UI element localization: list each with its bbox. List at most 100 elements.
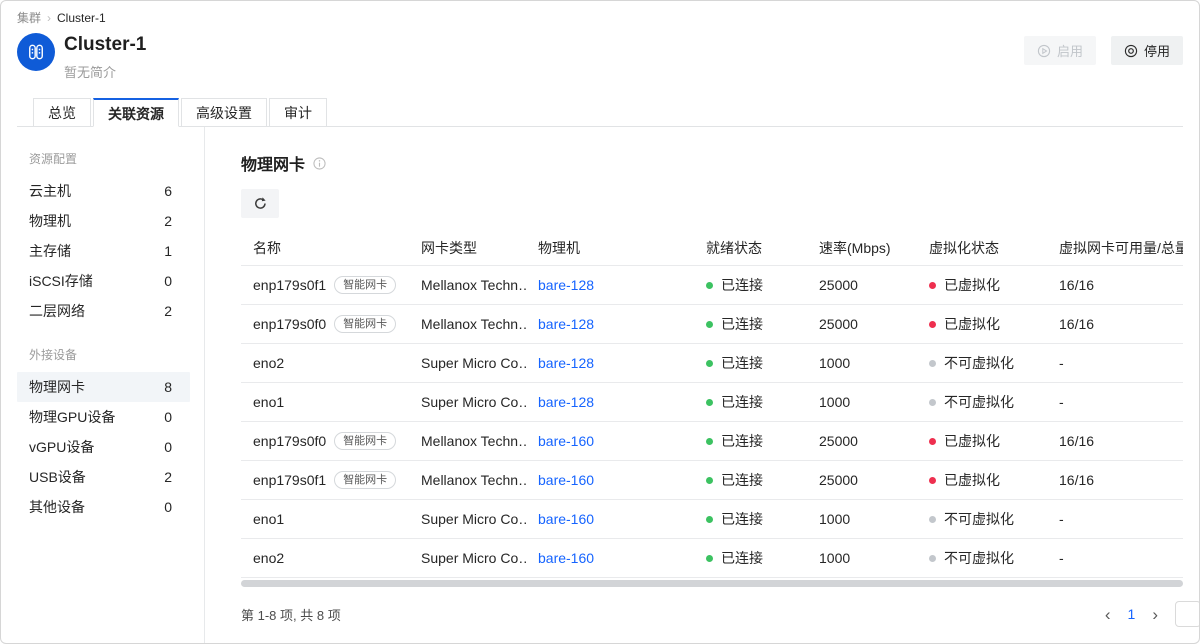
- nic-name: enp179s0f1: [253, 472, 326, 488]
- table-row[interactable]: eno2Super Micro Co…bare-128已连接1000不可虚拟化-: [241, 343, 1183, 382]
- refresh-button[interactable]: [241, 189, 279, 218]
- section-title: 物理网卡: [241, 151, 305, 175]
- host-cell: bare-128: [526, 316, 694, 332]
- sidebar-item-primary-storage[interactable]: 主存储1: [17, 236, 190, 266]
- tab-advanced-settings[interactable]: 高级设置: [181, 98, 267, 127]
- ready-status-label: 已连接: [721, 548, 763, 568]
- sidebar-item-count: 0: [164, 273, 172, 289]
- nic-table: 名称网卡类型物理机就绪状态速率(Mbps)虚拟化状态虚拟网卡可用量/总量 enp…: [241, 231, 1183, 587]
- speed-cell: 25000: [807, 277, 917, 293]
- speed-cell: 25000: [807, 316, 917, 332]
- sidebar-item-host[interactable]: 物理机2: [17, 206, 190, 236]
- virtualization-status-label: 已虚拟化: [944, 275, 1000, 295]
- host-link[interactable]: bare-128: [538, 316, 594, 332]
- virtualization-status-cell: 已虚拟化: [917, 470, 1047, 490]
- table-row[interactable]: eno2Super Micro Co…bare-160已连接1000不可虚拟化-: [241, 538, 1183, 577]
- speed-cell: 25000: [807, 433, 917, 449]
- sidebar-item-l2-network[interactable]: 二层网络 2: [17, 296, 190, 326]
- ready-status-cell: 已连接: [694, 314, 807, 334]
- sidebar-item-vm-instance[interactable]: 云主机6: [17, 176, 190, 206]
- nic-name: eno1: [253, 394, 284, 410]
- smart-nic-badge: 智能网卡: [334, 276, 396, 294]
- ready-status-label: 已连接: [721, 509, 763, 529]
- disable-button[interactable]: 停用: [1111, 36, 1183, 65]
- breadcrumb-current: Cluster-1: [57, 11, 106, 25]
- tab-overview[interactable]: 总览: [33, 98, 91, 127]
- sidebar-item-iscsi-storage[interactable]: iSCSI存储0: [17, 266, 190, 296]
- table-body: enp179s0f1智能网卡Mellanox Techn…bare-128已连接…: [241, 265, 1183, 577]
- refresh-icon: [253, 196, 268, 211]
- breadcrumb: 集群 › Cluster-1: [17, 9, 1183, 26]
- current-page[interactable]: 1: [1128, 606, 1136, 622]
- sidebar-item-usb-device[interactable]: USB设备2: [17, 462, 190, 492]
- nic-name-cell: eno2: [241, 550, 409, 566]
- host-link[interactable]: bare-160: [538, 472, 594, 488]
- virtualization-status-cell: 不可虚拟化: [917, 353, 1047, 373]
- nic-name: enp179s0f0: [253, 433, 326, 449]
- status-dot-connected: [706, 555, 713, 562]
- sidebar-item-label: 二层网络: [29, 301, 85, 321]
- capacity-cell: -: [1047, 394, 1183, 410]
- nic-type-cell: Super Micro Co…: [409, 394, 526, 410]
- ready-status-cell: 已连接: [694, 509, 807, 529]
- ready-status-label: 已连接: [721, 431, 763, 451]
- next-page-button[interactable]: ›: [1152, 606, 1158, 623]
- status-dot-connected: [706, 516, 713, 523]
- sidebar-section: 资源配置云主机6物理机2主存储1iSCSI存储0二层网络2: [1, 150, 204, 326]
- sidebar-item-label: 物理机: [29, 211, 71, 231]
- table-row[interactable]: eno1Super Micro Co…bare-128已连接1000不可虚拟化-: [241, 382, 1183, 421]
- enable-button[interactable]: 启用: [1024, 36, 1096, 65]
- host-link[interactable]: bare-128: [538, 277, 594, 293]
- table-row[interactable]: enp179s0f1智能网卡Mellanox Techn…bare-128已连接…: [241, 265, 1183, 304]
- virtualization-status-cell: 不可虚拟化: [917, 509, 1047, 529]
- host-link[interactable]: bare-128: [538, 394, 594, 410]
- sidebar-item-label: 物理网卡: [29, 377, 85, 397]
- stop-circle-icon: [1124, 44, 1138, 58]
- tabbar: 总览关联资源高级设置审计: [17, 98, 1183, 127]
- table-row[interactable]: enp179s0f0智能网卡Mellanox Techn…bare-128已连接…: [241, 304, 1183, 343]
- sidebar-item-count: 2: [164, 303, 172, 319]
- host-cell: bare-128: [526, 355, 694, 371]
- info-circle-icon[interactable]: [313, 157, 326, 170]
- page-size-select-partial[interactable]: [1175, 601, 1200, 627]
- virtualization-status-label: 不可虚拟化: [944, 509, 1014, 529]
- virtualization-status-cell: 已虚拟化: [917, 314, 1047, 334]
- nic-name: eno1: [253, 511, 284, 527]
- host-link[interactable]: bare-160: [538, 433, 594, 449]
- smart-nic-badge: 智能网卡: [334, 432, 396, 450]
- capacity-cell: 16/16: [1047, 433, 1183, 449]
- ready-status-label: 已连接: [721, 314, 763, 334]
- horizontal-scrollbar[interactable]: [241, 580, 1183, 587]
- host-cell: bare-160: [526, 433, 694, 449]
- host-link[interactable]: bare-160: [538, 550, 594, 566]
- table-row[interactable]: eno1Super Micro Co…bare-160已连接1000不可虚拟化-: [241, 499, 1183, 538]
- host-link[interactable]: bare-128: [538, 355, 594, 371]
- ready-status-cell: 已连接: [694, 353, 807, 373]
- table-row[interactable]: enp179s0f0智能网卡Mellanox Techn…bare-160已连接…: [241, 421, 1183, 460]
- ready-status-label: 已连接: [721, 275, 763, 295]
- tab-audit[interactable]: 审计: [269, 98, 327, 127]
- ready-status-cell: 已连接: [694, 431, 807, 451]
- host-link[interactable]: bare-160: [538, 511, 594, 527]
- table-row[interactable]: enp179s0f1智能网卡Mellanox Techn…bare-160已连接…: [241, 460, 1183, 499]
- sidebar-item-other-device[interactable]: 其他设备0: [17, 492, 190, 522]
- virtualization-status-label: 不可虚拟化: [944, 392, 1014, 412]
- virtualization-status-cell: 不可虚拟化: [917, 392, 1047, 412]
- status-dot-not-virtualizable: [929, 516, 936, 523]
- column-header-ready: 就绪状态: [694, 238, 807, 258]
- ready-status-label: 已连接: [721, 470, 763, 490]
- sidebar-item-count: 6: [164, 183, 172, 199]
- status-dot-virtualized: [929, 282, 936, 289]
- tab-related-resources[interactable]: 关联资源: [93, 98, 179, 127]
- speed-cell: 1000: [807, 550, 917, 566]
- cluster-detail-page: 集群 › Cluster-1 Cluster-1 暂无简介: [0, 0, 1200, 644]
- sidebar-item-physical-nic[interactable]: 物理网卡8: [17, 372, 190, 402]
- speed-cell: 25000: [807, 472, 917, 488]
- prev-page-button[interactable]: ‹: [1105, 606, 1111, 623]
- breadcrumb-parent[interactable]: 集群: [17, 9, 41, 26]
- sidebar-item-vgpu[interactable]: vGPU设备0: [17, 432, 190, 462]
- sidebar: 资源配置云主机6物理机2主存储1iSCSI存储0二层网络2外接设备物理网卡8物理…: [1, 127, 205, 643]
- sidebar-item-physical-gpu[interactable]: 物理GPU设备0: [17, 402, 190, 432]
- nic-name-cell: eno1: [241, 511, 409, 527]
- enable-button-label: 启用: [1057, 41, 1083, 60]
